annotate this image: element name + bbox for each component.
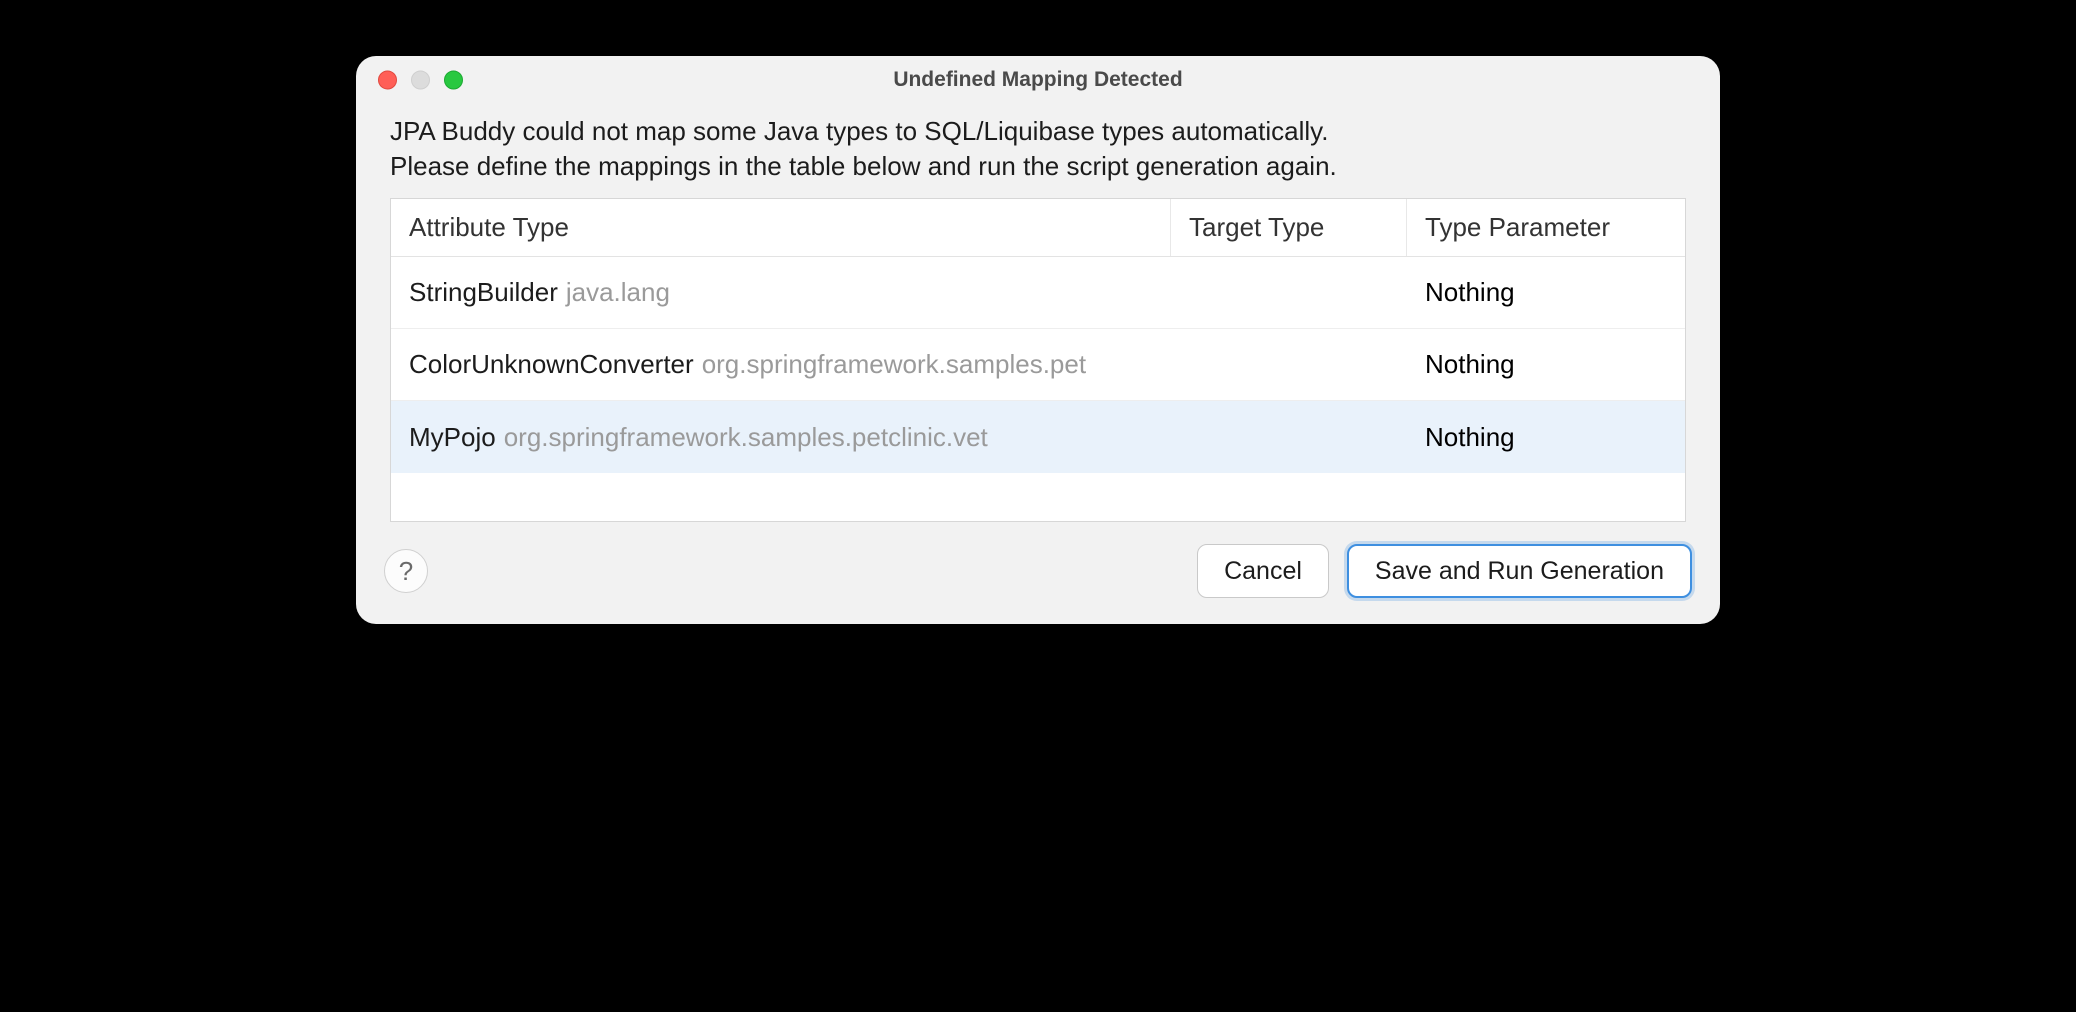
window-controls [378, 71, 463, 90]
table-row[interactable]: ColorUnknownConverter org.springframewor… [391, 329, 1685, 401]
attr-package: org.springframework.samples.pet [702, 349, 1086, 380]
cell-attribute-type[interactable]: StringBuilder java.lang [391, 257, 1171, 328]
close-icon[interactable] [378, 71, 397, 90]
mapping-table: Attribute Type Target Type Type Paramete… [390, 198, 1686, 522]
table-row[interactable]: MyPojo org.springframework.samples.petcl… [391, 401, 1685, 473]
cell-target-type[interactable] [1171, 401, 1407, 473]
table-empty-area [391, 473, 1685, 521]
question-mark-icon: ? [399, 556, 413, 587]
cell-attribute-type[interactable]: MyPojo org.springframework.samples.petcl… [391, 401, 1171, 473]
cell-target-type[interactable] [1171, 257, 1407, 328]
table-header: Attribute Type Target Type Type Paramete… [391, 199, 1685, 257]
cell-type-parameter[interactable]: Nothing [1407, 329, 1685, 400]
minimize-icon [411, 71, 430, 90]
attr-name: MyPojo [409, 422, 496, 453]
attr-name: StringBuilder [409, 277, 558, 308]
header-attribute-type[interactable]: Attribute Type [391, 199, 1171, 256]
cell-type-parameter[interactable]: Nothing [1407, 401, 1685, 473]
maximize-icon[interactable] [444, 71, 463, 90]
attr-package: org.springframework.samples.petclinic.ve… [504, 422, 988, 453]
dialog-footer: ? Cancel Save and Run Generation [356, 544, 1720, 624]
cancel-button[interactable]: Cancel [1197, 544, 1329, 598]
dialog-message: JPA Buddy could not map some Java types … [390, 114, 1686, 184]
save-and-run-button[interactable]: Save and Run Generation [1347, 544, 1692, 598]
header-type-parameter[interactable]: Type Parameter [1407, 199, 1685, 256]
dialog-window: Undefined Mapping Detected JPA Buddy cou… [356, 56, 1720, 624]
table-row[interactable]: StringBuilder java.lang Nothing [391, 257, 1685, 329]
cell-type-parameter[interactable]: Nothing [1407, 257, 1685, 328]
message-line-1: JPA Buddy could not map some Java types … [390, 116, 1328, 146]
attr-name: ColorUnknownConverter [409, 349, 694, 380]
table-body: StringBuilder java.lang Nothing ColorUnk… [391, 257, 1685, 473]
dialog-content: JPA Buddy could not map some Java types … [356, 104, 1720, 544]
header-target-type[interactable]: Target Type [1171, 199, 1407, 256]
titlebar: Undefined Mapping Detected [356, 56, 1720, 104]
help-button[interactable]: ? [384, 549, 428, 593]
message-line-2: Please define the mappings in the table … [390, 151, 1337, 181]
attr-package: java.lang [566, 277, 670, 308]
cell-target-type[interactable] [1171, 329, 1407, 400]
dialog-title: Undefined Mapping Detected [372, 68, 1704, 92]
cell-attribute-type[interactable]: ColorUnknownConverter org.springframewor… [391, 329, 1171, 400]
